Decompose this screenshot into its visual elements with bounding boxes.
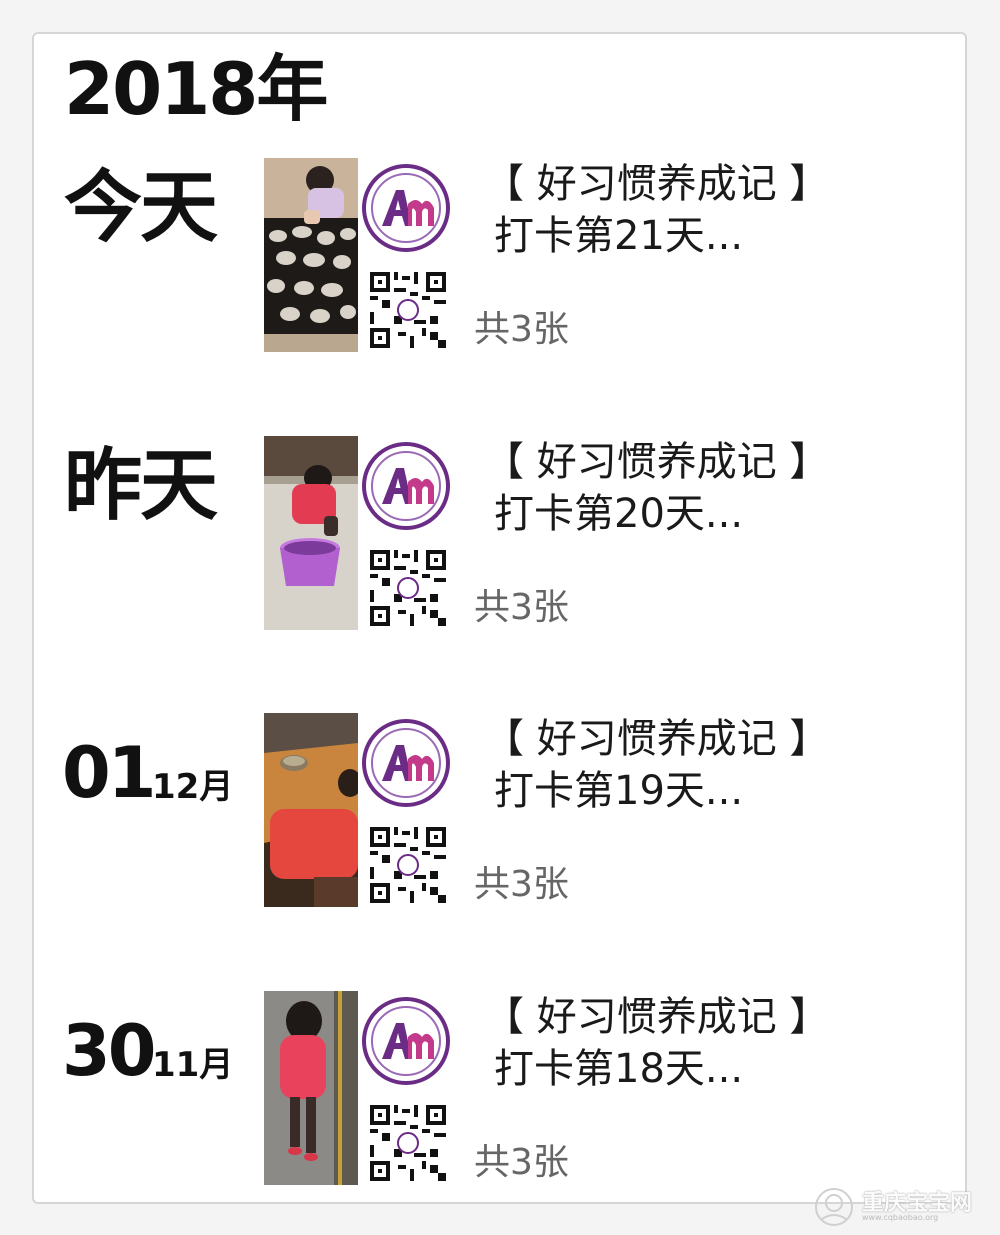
qr-code	[370, 272, 446, 348]
checkin-poster-thumbnail[interactable]	[360, 713, 456, 907]
album-timeline-card: 2018年 今天 【 好习惯养成记 】 打卡第21天... 共3张 昨天 【 好…	[32, 32, 967, 1204]
timeline-entry[interactable]: 30 11月 【 好习惯养成记 】 打卡第18天... 共3张	[34, 991, 964, 1191]
brand-logo	[362, 719, 450, 807]
post-subtitle: 打卡第18天...	[494, 1046, 744, 1092]
brand-logo	[362, 164, 450, 252]
site-watermark: 重庆宝宝网 www.cqbaobao.org	[810, 1185, 988, 1229]
photo-thumbnail[interactable]	[264, 991, 358, 1185]
photo-thumbnail[interactable]	[264, 158, 358, 352]
timeline-entry[interactable]: 01 12月 【 好习惯养成记 】 打卡第19天... 共3张	[34, 713, 964, 913]
post-subtitle: 打卡第21天...	[494, 213, 744, 259]
photo-thumbnail[interactable]	[264, 436, 358, 630]
timeline-entry[interactable]: 昨天 【 好习惯养成记 】 打卡第20天... 共3张	[34, 436, 964, 636]
date-day: 30	[62, 1010, 156, 1092]
timeline-entry[interactable]: 今天 【 好习惯养成记 】 打卡第21天... 共3张	[34, 158, 964, 358]
qr-code	[370, 1105, 446, 1181]
qr-code	[370, 827, 446, 903]
photo-count: 共3张	[474, 1142, 569, 1183]
date-month: 12月	[152, 767, 234, 807]
qr-code	[370, 550, 446, 626]
date-label: 昨天	[64, 441, 218, 531]
year-header: 2018年	[64, 47, 328, 131]
watermark-url: www.cqbaobao.org	[862, 1213, 939, 1222]
date-month: 11月	[152, 1045, 234, 1085]
checkin-poster-thumbnail[interactable]	[360, 991, 456, 1185]
photo-thumbnail[interactable]	[264, 713, 358, 907]
checkin-poster-thumbnail[interactable]	[360, 158, 456, 352]
post-title: 【 好习惯养成记 】	[484, 439, 830, 485]
photo-count: 共3张	[474, 309, 569, 350]
post-title: 【 好习惯养成记 】	[484, 161, 830, 207]
checkin-poster-thumbnail[interactable]	[360, 436, 456, 630]
photo-count: 共3张	[474, 587, 569, 628]
post-subtitle: 打卡第19天...	[494, 768, 744, 814]
post-title: 【 好习惯养成记 】	[484, 994, 830, 1040]
brand-logo	[362, 997, 450, 1085]
photo-count: 共3张	[474, 864, 569, 905]
date-day: 01	[62, 732, 156, 814]
post-subtitle: 打卡第20天...	[494, 491, 744, 537]
date-label: 今天	[64, 163, 218, 253]
baby-logo-icon	[815, 1188, 853, 1226]
post-title: 【 好习惯养成记 】	[484, 716, 830, 762]
brand-logo	[362, 442, 450, 530]
